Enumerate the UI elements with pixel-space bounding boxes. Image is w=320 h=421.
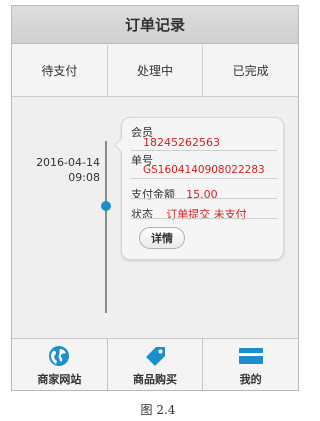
phone-screen: 订单记录 待支付 处理中 已完成 2016-04-14 09:08 会员 182…	[11, 5, 299, 391]
divider	[131, 198, 277, 199]
card-pointer	[113, 137, 129, 153]
tab-processing[interactable]: 处理中	[108, 45, 204, 96]
amount-value: 15.00	[186, 188, 218, 201]
nav-product-purchase[interactable]: 商品购买	[108, 339, 204, 390]
divider	[131, 178, 277, 179]
tab-pending-payment[interactable]: 待支付	[12, 45, 108, 96]
nav-mine[interactable]: 我的	[203, 339, 298, 390]
nav-mine-label: 我的	[239, 372, 262, 386]
tag-icon	[143, 345, 167, 367]
status-value: 订单提交 未支付	[166, 208, 247, 221]
globe-icon	[48, 345, 70, 367]
status-row: 状态 订单提交 未支付	[131, 203, 277, 222]
bottom-nav: 商家网站 商品购买 我的	[12, 338, 298, 390]
order-no-value: GS1604140908022283	[143, 164, 265, 176]
divider	[131, 218, 277, 219]
order-status-tabs: 待支付 处理中 已完成	[12, 45, 298, 97]
timeline-line	[105, 141, 107, 313]
nav-merchant-site-label: 商家网站	[37, 372, 82, 386]
order-card: 会员 18245262563 单号 GS1604140908022283 支付金…	[113, 117, 284, 260]
tab-completed[interactable]: 已完成	[203, 45, 298, 96]
timeline-dot	[101, 201, 111, 211]
status-label: 状态	[131, 208, 153, 221]
page-title: 订单记录	[12, 6, 298, 44]
amount-row: 支付金额 15.00	[131, 183, 277, 202]
order-date: 2016-04-14	[36, 156, 100, 169]
member-value: 18245262563	[143, 136, 220, 149]
nav-merchant-site[interactable]: 商家网站	[12, 339, 108, 390]
detail-button[interactable]: 详情	[139, 227, 185, 249]
divider	[131, 150, 277, 151]
nav-product-purchase-label: 商品购买	[133, 372, 177, 386]
order-datetime: 2016-04-14 09:08	[36, 155, 100, 185]
card-icon	[238, 345, 264, 367]
figure-caption: 图 2.4	[140, 403, 176, 417]
amount-label: 支付金额	[131, 188, 175, 201]
order-time: 09:08	[68, 171, 100, 184]
order-timeline: 2016-04-14 09:08 会员 18245262563 单号 GS160…	[12, 97, 298, 337]
